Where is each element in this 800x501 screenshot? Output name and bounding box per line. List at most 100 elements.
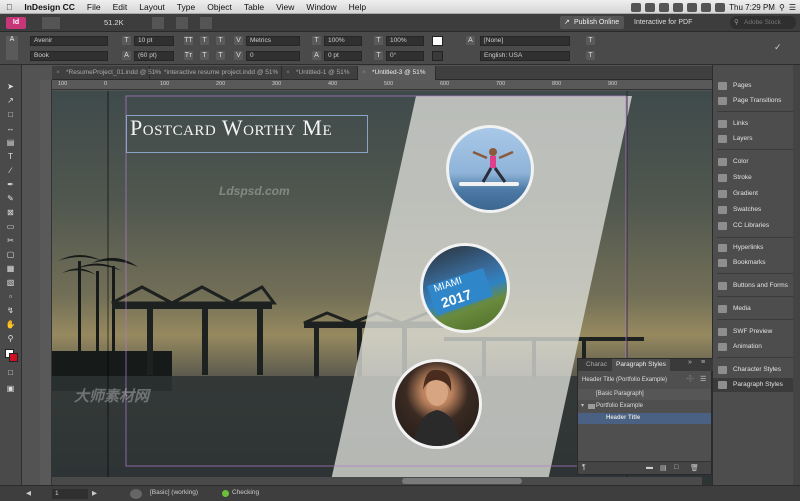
volume-icon[interactable]	[701, 2, 712, 12]
kerning-field[interactable]: Metrics	[246, 36, 300, 46]
panel-animation[interactable]: Animation	[713, 340, 800, 354]
panel-swatches[interactable]: Swatches	[713, 203, 800, 217]
tab-resume-project[interactable]: × *ResumeProject_01.indd @ 51%	[52, 66, 161, 80]
style-group-portfolio-example[interactable]: ▾ Portfolio Example	[578, 401, 711, 412]
yoga-photo-circle[interactable]	[446, 125, 534, 213]
gradient-swatch-tool-icon[interactable]: ▦	[4, 263, 17, 274]
portrait-photo-circle[interactable]	[392, 359, 482, 449]
panel-menu-icon[interactable]: ≡	[701, 359, 705, 366]
collapse-icon[interactable]: »	[688, 359, 692, 366]
note-tool-icon[interactable]: ▫	[4, 291, 17, 302]
all-caps-button[interactable]: TT	[184, 36, 193, 45]
horizontal-scale-field[interactable]: 100%	[386, 36, 424, 46]
character-mode-icon[interactable]: A	[6, 36, 18, 60]
notification-icon[interactable]: ☰	[789, 3, 796, 12]
menu-layout[interactable]: Layout	[133, 2, 171, 12]
page-tool-icon[interactable]: □	[4, 109, 17, 120]
workspace-switcher[interactable]: Interactive for PDF	[634, 16, 718, 29]
type-tool-icon[interactable]: T	[4, 151, 17, 162]
battery-icon[interactable]	[715, 2, 726, 12]
leading-field[interactable]: (60 pt)	[134, 51, 174, 61]
line-tool-icon[interactable]: ∕	[4, 165, 17, 176]
disclosure-triangle-icon[interactable]: ▾	[581, 401, 584, 412]
selection-tool-icon[interactable]: ➤	[4, 81, 17, 92]
font-size-field[interactable]: 10 pt	[134, 36, 174, 46]
panel-pages[interactable]: Pages	[713, 79, 800, 93]
close-tab-icon[interactable]: ×	[362, 66, 366, 80]
postcard-title[interactable]: Postcard Worthy Me	[130, 115, 332, 141]
underline-button[interactable]: T	[216, 36, 225, 45]
vertical-ruler[interactable]	[40, 80, 52, 485]
menu-window[interactable]: Window	[300, 2, 342, 12]
panel-cc-libraries[interactable]: CC Libraries	[713, 219, 800, 233]
clear-overrides-icon[interactable]: ¶	[582, 464, 586, 471]
tab-untitled-1[interactable]: × *Untitled-1 @ 51%	[282, 66, 358, 80]
close-tab-icon[interactable]: ×	[56, 66, 60, 80]
panel-page-transitions[interactable]: Page Transitions	[713, 94, 800, 108]
tab-character-styles[interactable]: Charac	[582, 359, 611, 371]
language-field[interactable]: English: USA	[480, 51, 570, 61]
panel-stroke[interactable]: Stroke	[713, 171, 800, 185]
panel-layers[interactable]: Layers	[713, 132, 800, 146]
panel-paragraph-styles[interactable]: Paragraph Styles	[713, 378, 800, 392]
panel-color[interactable]: Color	[713, 155, 800, 169]
menu-type[interactable]: Type	[171, 2, 201, 12]
wifi-icon[interactable]	[687, 2, 698, 12]
font-style-field[interactable]: Book	[30, 51, 108, 61]
spotlight-icon[interactable]: ⚲	[779, 3, 785, 12]
text-color-icon[interactable]: T	[586, 36, 595, 45]
dock-scrollbar[interactable]	[793, 65, 800, 485]
create-new-style-icon[interactable]: □	[674, 464, 678, 471]
screen-mode-normal-icon[interactable]: ▣	[4, 383, 17, 394]
delete-style-icon[interactable]: 🗑	[690, 464, 699, 472]
open-page-icon[interactable]	[130, 489, 142, 499]
new-style-from-selection-icon[interactable]: ➕	[686, 375, 695, 383]
skew-field[interactable]: 0°	[386, 51, 424, 61]
menu-file[interactable]: File	[81, 2, 107, 12]
screen-mode-icon[interactable]	[176, 17, 188, 29]
text-stroke-icon[interactable]: T	[586, 51, 595, 60]
zoom-tool-icon[interactable]: ⚲	[4, 333, 17, 344]
tab-interactive-resume[interactable]: × *interactive resume project.indd @ 51%	[150, 66, 282, 80]
stroke-swatch[interactable]	[432, 51, 443, 61]
first-page-button[interactable]: ◀	[26, 489, 31, 497]
preflight-status[interactable]: Checking	[232, 489, 259, 496]
font-family-field[interactable]: Avenir	[30, 36, 108, 46]
scissors-tool-icon[interactable]: ✂	[4, 235, 17, 246]
strikethrough-button[interactable]: T	[216, 51, 225, 60]
stock-search-input[interactable]: ⚲ Adobe Stock	[730, 16, 796, 29]
next-page-button[interactable]: ▶	[92, 489, 97, 497]
subscript-button[interactable]: T	[200, 51, 209, 60]
panel-media[interactable]: Media	[713, 302, 800, 316]
character-style-field[interactable]: [None]	[480, 36, 570, 46]
direct-selection-tool-icon[interactable]: ↗	[4, 95, 17, 106]
bridge-icon[interactable]	[42, 17, 60, 29]
load-styles-icon[interactable]: ▤	[660, 464, 667, 472]
horizontal-scrollbar[interactable]	[52, 477, 702, 485]
horizontal-ruler[interactable]: 100 0 100 200 300 400 500 600 700 800 90…	[52, 80, 712, 90]
tab-paragraph-styles[interactable]: Paragraph Styles	[612, 359, 670, 371]
baseline-shift-field[interactable]: 0 pt	[324, 51, 362, 61]
apple-icon[interactable]: 	[0, 2, 18, 12]
new-style-group-icon[interactable]: ▬	[646, 464, 653, 471]
stroke-color-swatch[interactable]	[9, 353, 18, 362]
menu-help[interactable]: Help	[343, 2, 372, 12]
menubar-clock[interactable]: Thu 7:29 PM	[729, 3, 775, 12]
vertical-scale-field[interactable]: 100%	[324, 36, 362, 46]
menu-table[interactable]: Table	[238, 2, 270, 12]
tab-untitled-3[interactable]: × *Untitled-3 @ 51%	[358, 66, 436, 80]
panel-gradient[interactable]: Gradient	[713, 187, 800, 201]
pen-tool-icon[interactable]: ✒	[4, 179, 17, 190]
style-row-header-title[interactable]: Header Title	[578, 413, 711, 424]
style-row-basic-paragraph[interactable]: [Basic Paragraph]	[578, 389, 711, 400]
gradient-feather-tool-icon[interactable]: ▧	[4, 277, 17, 288]
close-tab-icon[interactable]: ×	[286, 66, 290, 80]
panel-hyperlinks[interactable]: Hyperlinks	[713, 241, 800, 255]
publish-online-button[interactable]: ↗ Publish Online	[560, 16, 624, 29]
zoom-field[interactable]: 51.2K	[104, 16, 150, 30]
miami-photo-circle[interactable]: MIAMI 2017	[420, 243, 510, 333]
rectangle-tool-icon[interactable]: ▭	[4, 221, 17, 232]
gap-tool-icon[interactable]: ↔	[4, 123, 17, 134]
fill-swatch[interactable]	[432, 36, 443, 46]
view-options-icon[interactable]	[152, 17, 164, 29]
